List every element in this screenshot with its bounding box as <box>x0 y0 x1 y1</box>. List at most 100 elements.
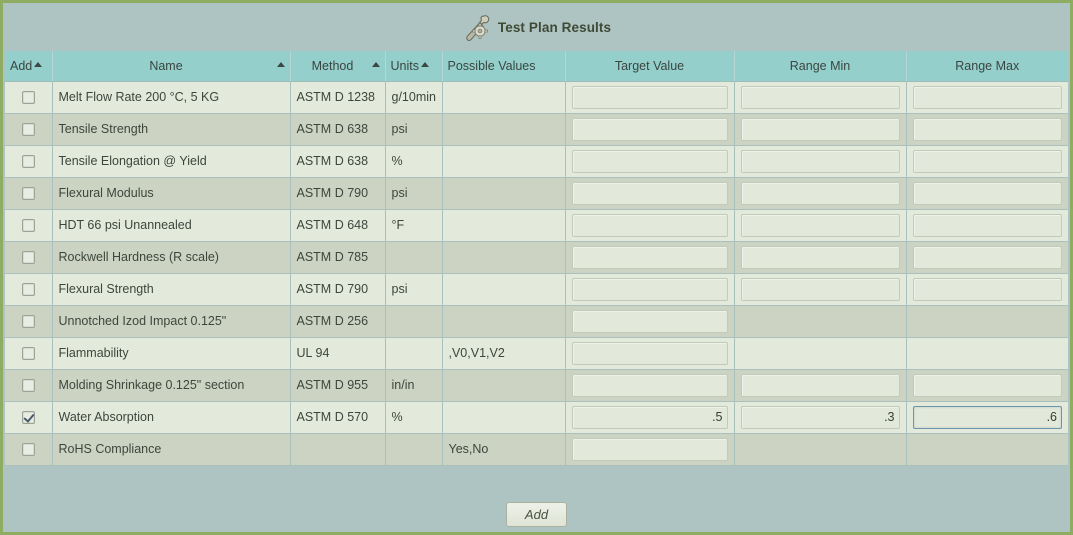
row-name: Unnotched Izod Impact 0.125" <box>52 305 291 338</box>
row-possible-values <box>442 241 566 274</box>
row-range-min-input[interactable] <box>740 277 900 301</box>
row-add-checkbox[interactable] <box>21 123 35 137</box>
row-units: % <box>385 401 443 434</box>
row-range-min-cell <box>734 209 907 242</box>
row-add-checkbox[interactable] <box>21 315 35 329</box>
table-header: Add Name Method Units Possible Values Ta… <box>5 51 1068 82</box>
row-name: Rockwell Hardness (R scale) <box>52 241 291 274</box>
row-method: ASTM D 1238 <box>290 81 386 114</box>
row-add-cell <box>5 177 53 210</box>
row-add-checkbox[interactable] <box>21 411 35 425</box>
row-target-value-input[interactable] <box>571 213 728 237</box>
row-method: ASTM D 256 <box>290 305 386 338</box>
column-header-range-min[interactable]: Range Min <box>734 51 907 82</box>
row-add-checkbox[interactable] <box>21 347 35 361</box>
row-range-min-input[interactable] <box>740 181 900 205</box>
row-units: psi <box>385 273 443 306</box>
row-add-checkbox[interactable] <box>21 91 35 105</box>
row-target-value-input[interactable] <box>571 149 728 173</box>
row-range-min-input[interactable] <box>740 245 900 269</box>
column-header-name[interactable]: Name <box>52 51 291 82</box>
row-add-cell <box>5 369 53 402</box>
column-header-range-max[interactable]: Range Max <box>906 51 1068 82</box>
row-add-checkbox[interactable] <box>21 379 35 393</box>
row-target-value-input[interactable] <box>571 309 728 333</box>
row-units: psi <box>385 177 443 210</box>
row-possible-values <box>442 81 566 114</box>
row-target-value-input[interactable] <box>571 405 728 429</box>
row-range-min-input[interactable] <box>740 85 900 109</box>
column-header-units[interactable]: Units <box>385 51 443 82</box>
table-row: Unnotched Izod Impact 0.125" ASTM D 256 <box>5 305 1068 338</box>
row-range-min-cell <box>734 369 907 402</box>
row-add-cell <box>5 145 53 178</box>
row-add-cell <box>5 305 53 338</box>
row-target-value-cell <box>565 177 735 210</box>
row-range-max-cell <box>906 337 1068 370</box>
row-add-checkbox[interactable] <box>21 283 35 297</box>
column-label-target-value: Target Value <box>614 58 685 73</box>
page-title: Test Plan Results <box>497 19 612 35</box>
row-add-checkbox[interactable] <box>21 155 35 169</box>
table-row: Water Absorption ASTM D 570% <box>5 401 1068 434</box>
row-add-checkbox[interactable] <box>21 251 35 265</box>
row-range-max-cell <box>906 113 1068 146</box>
row-possible-values <box>442 209 566 242</box>
row-name: Water Absorption <box>52 401 291 434</box>
add-button[interactable]: Add <box>505 501 568 527</box>
row-range-max-cell <box>906 401 1068 434</box>
row-range-max-input[interactable] <box>912 373 1062 397</box>
column-header-target-value[interactable]: Target Value <box>565 51 735 82</box>
column-header-add[interactable]: Add <box>5 51 53 82</box>
row-target-value-cell <box>565 81 735 114</box>
row-name: Tensile Elongation @ Yield <box>52 145 291 178</box>
page-header: Test Plan Results <box>3 3 1070 51</box>
column-header-possible-values[interactable]: Possible Values <box>442 51 566 82</box>
row-method: ASTM D 790 <box>290 273 386 306</box>
row-range-max-input[interactable] <box>912 213 1062 237</box>
row-range-max-input[interactable] <box>912 245 1062 269</box>
row-add-cell <box>5 113 53 146</box>
row-target-value-input[interactable] <box>571 341 728 365</box>
row-target-value-input[interactable] <box>571 277 728 301</box>
row-method: ASTM D 638 <box>290 113 386 146</box>
row-range-max-input[interactable] <box>912 117 1062 141</box>
row-target-value-input[interactable] <box>571 181 728 205</box>
row-add-cell <box>5 433 53 466</box>
row-target-value-cell <box>565 305 735 338</box>
row-target-value-input[interactable] <box>571 373 728 397</box>
row-target-value-input[interactable] <box>571 117 728 141</box>
row-range-min-cell <box>734 433 907 466</box>
row-units: in/in <box>385 369 443 402</box>
row-target-value-input[interactable] <box>571 245 728 269</box>
page-container: Test Plan Results Add Name Method Units … <box>3 3 1070 532</box>
row-add-cell <box>5 401 53 434</box>
table-row: Flammability UL 94 ,V0,V1,V2 <box>5 337 1068 370</box>
row-range-min-input[interactable] <box>740 149 900 173</box>
sort-ascending-icon <box>34 62 43 68</box>
row-range-max-input[interactable] <box>912 181 1062 205</box>
row-add-checkbox[interactable] <box>21 187 35 201</box>
row-range-max-input[interactable] <box>912 149 1062 173</box>
table-body: Melt Flow Rate 200 °C, 5 KG ASTM D 1238 g/… <box>5 81 1068 466</box>
column-label-units: Units <box>390 58 419 73</box>
row-range-min-input[interactable] <box>740 213 900 237</box>
row-add-checkbox[interactable] <box>21 443 35 457</box>
row-range-min-input[interactable] <box>740 405 900 429</box>
row-range-min-cell <box>734 177 907 210</box>
table-row: Tensile Elongation @ Yield ASTM D 638% <box>5 145 1068 178</box>
row-add-checkbox[interactable] <box>21 219 35 233</box>
row-add-cell <box>5 81 53 114</box>
row-add-cell <box>5 337 53 370</box>
row-range-max-input[interactable] <box>912 85 1062 109</box>
row-range-max-input[interactable] <box>912 405 1062 429</box>
column-label-add: Add <box>10 58 33 73</box>
row-method: ASTM D 648 <box>290 209 386 242</box>
row-range-min-input[interactable] <box>740 373 900 397</box>
row-name: Melt Flow Rate 200 °C, 5 KG <box>52 81 291 114</box>
row-range-max-input[interactable] <box>912 277 1062 301</box>
row-target-value-input[interactable] <box>571 85 728 109</box>
row-target-value-input[interactable] <box>571 437 728 461</box>
row-range-min-input[interactable] <box>740 117 900 141</box>
column-header-method[interactable]: Method <box>290 51 386 82</box>
